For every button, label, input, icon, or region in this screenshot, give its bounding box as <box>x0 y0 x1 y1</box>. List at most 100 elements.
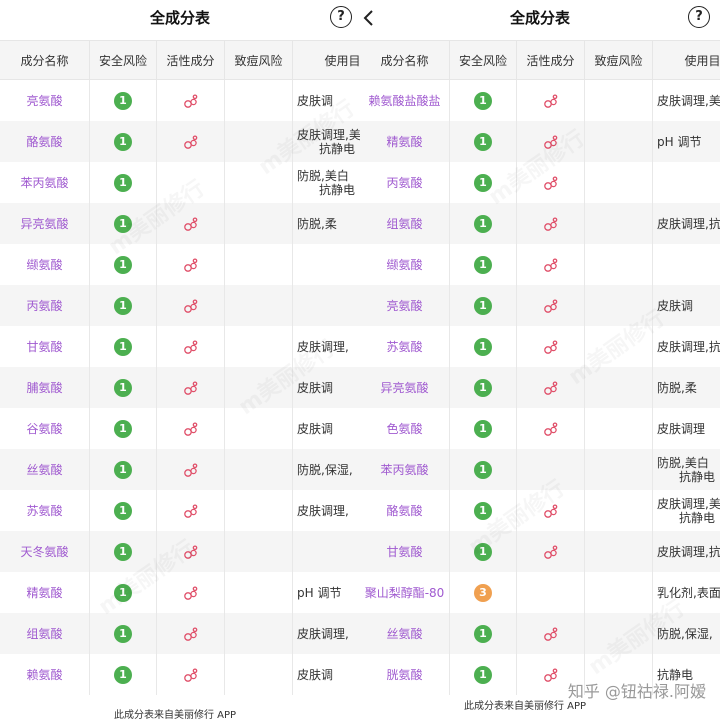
ingredient-name[interactable]: 丙氨酸 <box>0 285 90 326</box>
ingredient-name[interactable]: 丙氨酸 <box>360 162 450 203</box>
ingredient-name[interactable]: 酪氨酸 <box>360 490 450 531</box>
safety-risk-cell: 3 <box>450 572 517 613</box>
acne-risk-cell <box>585 285 653 326</box>
ingredient-name[interactable]: 缬氨酸 <box>0 244 90 285</box>
usage-purpose-text: 皮肤调 <box>297 667 334 682</box>
table-row[interactable]: 组氨酸 1 皮肤调理, <box>0 613 360 654</box>
table-row[interactable]: 精氨酸 1 pH 调节 <box>0 572 360 613</box>
ingredient-name[interactable]: 胱氨酸 <box>360 654 450 695</box>
active-ingredient-cell <box>517 367 585 408</box>
safety-risk-cell: 1 <box>90 572 157 613</box>
usage-purpose-text: 抗静电 <box>679 510 716 525</box>
ingredient-name[interactable]: 苯丙氨酸 <box>360 449 450 490</box>
table-row[interactable]: 亮氨酸 1 皮肤调 <box>360 285 720 326</box>
table-row[interactable]: 组氨酸 1 皮肤调理,抗 <box>360 203 720 244</box>
safety-risk-cell: 1 <box>90 654 157 695</box>
table-row[interactable]: 异亮氨酸 1 防脱,柔 <box>0 203 360 244</box>
table-row[interactable]: 甘氨酸 1 皮肤调理,抗 <box>360 531 720 572</box>
table-row[interactable]: 酪氨酸 1 皮肤调理,美 抗静电 <box>360 490 720 531</box>
ingredient-table: 成分名称 安全风险 活性成分 致痘风险 使用目 赖氨酸盐酸盐 1 皮肤调理,美 精氨酸 1 pH 调… <box>360 40 720 695</box>
table-row[interactable]: 天冬氨酸 1 <box>0 531 360 572</box>
usage-purpose-text: 皮肤调理,抗 <box>657 339 720 354</box>
usage-purpose-text: 防脱,保湿, <box>657 626 713 641</box>
usage-purpose-cell <box>653 162 720 203</box>
table-row[interactable]: 丝氨酸 1 防脱,保湿, <box>0 449 360 490</box>
table-row[interactable]: 丝氨酸 1 防脱,保湿, <box>360 613 720 654</box>
acne-risk-cell <box>585 449 653 490</box>
safety-risk-cell: 1 <box>450 490 517 531</box>
active-ingredient-icon <box>183 462 197 477</box>
usage-purpose-text: 防脱,保湿, <box>297 462 353 477</box>
table-row[interactable]: 脯氨酸 1 皮肤调 <box>0 367 360 408</box>
ingredient-name[interactable]: 脯氨酸 <box>0 367 90 408</box>
table-row[interactable]: 缬氨酸 1 <box>0 244 360 285</box>
ingredient-name[interactable]: 聚山梨醇酯-80 <box>360 572 450 613</box>
table-row[interactable]: 赖氨酸盐酸盐 1 皮肤调理,美 <box>360 80 720 121</box>
table-row[interactable]: 苯丙氨酸 1 防脱,美白 抗静电 <box>360 449 720 490</box>
usage-purpose-text: pH 调节 <box>657 134 702 149</box>
usage-purpose-text: 防脱,美白 <box>297 168 349 183</box>
table-row[interactable]: 甘氨酸 1 皮肤调理, <box>0 326 360 367</box>
usage-purpose-text: 皮肤调 <box>297 421 334 436</box>
ingredient-name[interactable]: 天冬氨酸 <box>0 531 90 572</box>
table-header: 成分名称 安全风险 活性成分 致痘风险 使用目 <box>0 40 360 81</box>
usage-purpose-text: pH 调节 <box>297 585 342 600</box>
table-row[interactable]: 精氨酸 1 pH 调节 <box>360 121 720 162</box>
ingredient-name[interactable]: 谷氨酸 <box>0 408 90 449</box>
table-row[interactable]: 色氨酸 1 皮肤调理 <box>360 408 720 449</box>
table-row[interactable]: 缬氨酸 1 <box>360 244 720 285</box>
acne-risk-cell <box>225 490 293 531</box>
ingredient-name[interactable]: 丝氨酸 <box>0 449 90 490</box>
ingredient-name[interactable]: 异亮氨酸 <box>0 203 90 244</box>
table-row[interactable]: 赖氨酸 1 皮肤调 <box>0 654 360 695</box>
ingredient-name[interactable]: 精氨酸 <box>360 121 450 162</box>
ingredient-name[interactable]: 苯丙氨酸 <box>0 162 90 203</box>
ingredient-name[interactable]: 苏氨酸 <box>0 490 90 531</box>
table-row[interactable]: 亮氨酸 1 皮肤调 <box>0 80 360 121</box>
table-row[interactable]: 苯丙氨酸 1 防脱,美白 抗静电 <box>0 162 360 203</box>
ingredient-name[interactable]: 精氨酸 <box>0 572 90 613</box>
table-row[interactable]: 异亮氨酸 1 防脱,柔 <box>360 367 720 408</box>
ingredient-name[interactable]: 组氨酸 <box>360 203 450 244</box>
ingredient-name[interactable]: 丝氨酸 <box>360 613 450 654</box>
ingredient-name[interactable]: 赖氨酸盐酸盐 <box>360 80 450 121</box>
acne-risk-cell <box>585 367 653 408</box>
usage-purpose-cell <box>293 531 360 572</box>
table-row[interactable]: 聚山梨醇酯-80 3 乳化剂,表面 <box>360 572 720 613</box>
usage-purpose-text: 抗静电 <box>679 469 716 484</box>
table-row[interactable]: 苏氨酸 1 皮肤调理,抗 <box>360 326 720 367</box>
acne-risk-cell <box>585 531 653 572</box>
ingredient-name[interactable]: 酪氨酸 <box>0 121 90 162</box>
ingredient-name[interactable]: 甘氨酸 <box>360 531 450 572</box>
acne-risk-cell <box>585 121 653 162</box>
ingredient-name[interactable]: 甘氨酸 <box>0 326 90 367</box>
safety-risk-badge: 1 <box>114 255 132 274</box>
ingredient-name[interactable]: 苏氨酸 <box>360 326 450 367</box>
ingredient-name[interactable]: 组氨酸 <box>0 613 90 654</box>
help-icon[interactable]: ? <box>330 6 352 28</box>
active-ingredient-icon <box>183 626 197 641</box>
ingredient-name[interactable]: 异亮氨酸 <box>360 367 450 408</box>
left-screenshot: 全成分表? 成分名称 安全风险 活性成分 致痘风险 使用目 亮氨酸 1 皮肤调 酪氨酸 1 皮肤调理,… <box>0 0 360 720</box>
table-row[interactable]: 酪氨酸 1 皮肤调理,美 抗静电 <box>0 121 360 162</box>
safety-risk-cell: 1 <box>450 367 517 408</box>
active-ingredient-cell <box>517 244 585 285</box>
safety-risk-cell: 1 <box>90 162 157 203</box>
acne-risk-cell <box>225 572 293 613</box>
help-icon[interactable]: ? <box>688 6 710 28</box>
table-row[interactable]: 谷氨酸 1 皮肤调 <box>0 408 360 449</box>
ingredient-name[interactable]: 缬氨酸 <box>360 244 450 285</box>
acne-risk-cell <box>585 162 653 203</box>
column-header-use: 使用目 <box>293 41 360 81</box>
ingredient-name[interactable]: 赖氨酸 <box>0 654 90 695</box>
right-screenshot: 全成分表? 成分名称 安全风险 活性成分 致痘风险 使用目 赖氨酸盐酸盐 1 皮肤调理,美 精氨酸… <box>360 0 720 720</box>
table-row[interactable]: 丙氨酸 1 <box>0 285 360 326</box>
safety-risk-badge: 1 <box>114 378 132 397</box>
ingredient-name[interactable]: 亮氨酸 <box>360 285 450 326</box>
usage-purpose-cell: pH 调节 <box>293 572 360 613</box>
usage-purpose-cell: 皮肤调 <box>293 80 360 121</box>
ingredient-name[interactable]: 色氨酸 <box>360 408 450 449</box>
ingredient-name[interactable]: 亮氨酸 <box>0 80 90 121</box>
table-row[interactable]: 丙氨酸 1 <box>360 162 720 203</box>
table-row[interactable]: 苏氨酸 1 皮肤调理, <box>0 490 360 531</box>
